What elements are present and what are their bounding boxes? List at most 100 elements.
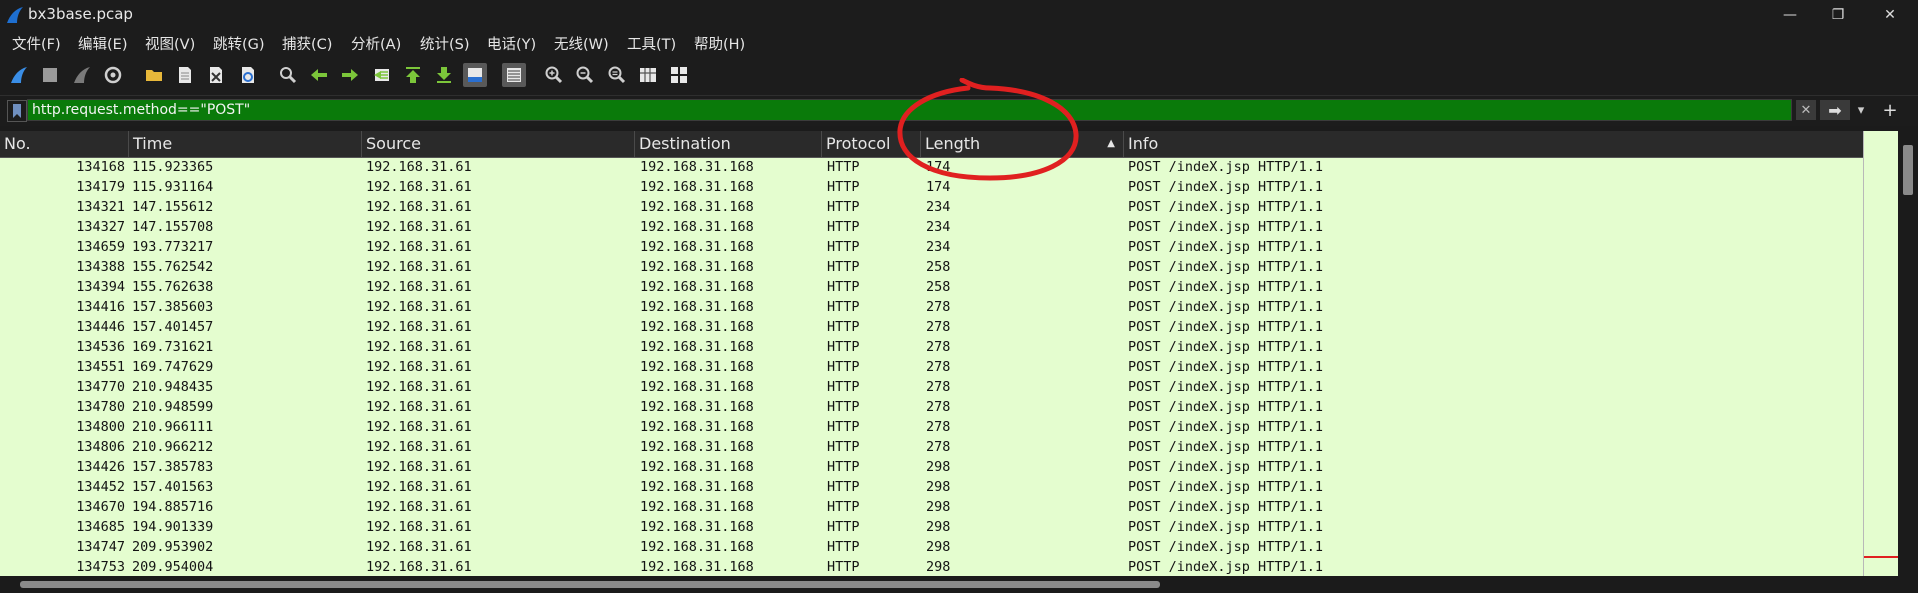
table-row[interactable]: 134426 157.385783 192.168.31.61 192.168.31.… (0, 458, 1863, 478)
cell-src: 192.168.31.61 (366, 259, 472, 275)
table-row[interactable]: 134670 194.885716 192.168.31.61 192.168.31.… (0, 498, 1863, 518)
go-back-icon[interactable] (307, 63, 331, 87)
cell-info: POST /indeX.jsp HTTP/1.1 (1128, 559, 1324, 575)
open-file-icon[interactable] (142, 63, 166, 87)
cell-time: 157.401457 (132, 319, 214, 335)
expand-subtrees-icon[interactable] (667, 63, 691, 87)
capture-options-icon[interactable] (101, 63, 125, 87)
auto-scroll-icon[interactable] (463, 63, 487, 87)
restart-capture-icon[interactable] (70, 63, 94, 87)
table-row[interactable]: 134780 210.948599 192.168.31.61 192.168.31.… (0, 398, 1863, 418)
normal-size-icon[interactable] (605, 63, 629, 87)
stop-capture-icon[interactable] (38, 63, 62, 87)
reload-file-icon[interactable] (236, 63, 260, 87)
cell-src: 192.168.31.61 (366, 559, 472, 575)
table-row[interactable]: 134452 157.401563 192.168.31.61 192.168.31.… (0, 478, 1863, 498)
go-to-packet-icon[interactable] (370, 63, 394, 87)
column-header-no[interactable]: No. (0, 131, 129, 157)
filter-history-dropdown[interactable]: ▾ (1853, 100, 1869, 120)
cell-dst: 192.168.31.168 (640, 399, 754, 415)
display-filter-input[interactable] (32, 101, 1732, 119)
vertical-scroll-thumb[interactable] (1903, 145, 1913, 195)
cell-info: POST /indeX.jsp HTTP/1.1 (1128, 379, 1324, 395)
cell-src: 192.168.31.61 (366, 439, 472, 455)
menu-wireless[interactable]: 无线(W) (554, 33, 609, 54)
menu-go[interactable]: 跳转(G) (213, 33, 265, 54)
colorize-icon[interactable] (502, 63, 526, 87)
cell-src: 192.168.31.61 (366, 319, 472, 335)
menu-statistics[interactable]: 统计(S) (420, 33, 470, 54)
go-first-icon[interactable] (401, 63, 425, 87)
cell-len: 298 (926, 539, 951, 555)
cell-len: 278 (926, 319, 951, 335)
cell-len: 278 (926, 399, 951, 415)
apply-filter-button[interactable]: ➡ (1820, 100, 1850, 120)
table-row[interactable]: 134321 147.155612 192.168.31.61 192.168.31.… (0, 198, 1863, 218)
cell-src: 192.168.31.61 (366, 539, 472, 555)
table-row[interactable]: 134388 155.762542 192.168.31.61 192.168.31.… (0, 258, 1863, 278)
table-row[interactable]: 134800 210.966111 192.168.31.61 192.168.31.… (0, 418, 1863, 438)
table-row[interactable]: 134806 210.966212 192.168.31.61 192.168.31.… (0, 438, 1863, 458)
column-header-time[interactable]: Time (129, 131, 362, 157)
cell-src: 192.168.31.61 (366, 339, 472, 355)
menu-view[interactable]: 视图(V) (145, 33, 195, 54)
zoom-out-icon[interactable] (573, 63, 597, 87)
filter-bookmark-button[interactable] (7, 100, 27, 122)
cell-proto: HTTP (827, 159, 860, 175)
table-row[interactable]: 134536 169.731621 192.168.31.61 192.168.31.… (0, 338, 1863, 358)
table-row[interactable]: 134659 193.773217 192.168.31.61 192.168.31.… (0, 238, 1863, 258)
bookmark-icon (13, 104, 21, 118)
menu-file[interactable]: 文件(F) (12, 33, 61, 54)
go-forward-icon[interactable] (338, 63, 362, 87)
go-last-icon[interactable] (432, 63, 456, 87)
table-row[interactable]: 134394 155.762638 192.168.31.61 192.168.31.… (0, 278, 1863, 298)
vertical-scrollbar[interactable] (1898, 131, 1918, 576)
cell-proto: HTTP (827, 319, 860, 335)
resize-columns-icon[interactable] (636, 63, 660, 87)
menu-edit[interactable]: 编辑(E) (78, 33, 127, 54)
cell-info: POST /indeX.jsp HTTP/1.1 (1128, 339, 1324, 355)
zoom-in-icon[interactable] (542, 63, 566, 87)
cell-time: 169.747629 (132, 359, 214, 375)
minimize-button[interactable]: — (1766, 0, 1814, 29)
column-header-info[interactable]: Info (1124, 131, 1863, 157)
menu-telephony[interactable]: 电话(Y) (487, 33, 536, 54)
table-row[interactable]: 134327 147.155708 192.168.31.61 192.168.31.… (0, 218, 1863, 238)
save-file-icon[interactable] (173, 63, 197, 87)
cell-src: 192.168.31.61 (366, 379, 472, 395)
table-row[interactable]: 134770 210.948435 192.168.31.61 192.168.31.… (0, 378, 1863, 398)
menu-help[interactable]: 帮助(H) (694, 33, 745, 54)
cell-no: 134321 (76, 199, 125, 215)
clear-filter-button[interactable]: ✕ (1796, 100, 1816, 120)
table-row[interactable]: 134753 209.954004 192.168.31.61 192.168.31.… (0, 558, 1863, 576)
cell-len: 298 (926, 479, 951, 495)
cell-proto: HTTP (827, 339, 860, 355)
horizontal-scroll-thumb[interactable] (20, 581, 1160, 588)
table-row[interactable]: 134446 157.401457 192.168.31.61 192.168.31.… (0, 318, 1863, 338)
cell-time: 155.762638 (132, 279, 214, 295)
table-row[interactable]: 134416 157.385603 192.168.31.61 192.168.31.… (0, 298, 1863, 318)
cell-time: 194.885716 (132, 499, 214, 515)
restore-button[interactable]: ❐ (1814, 0, 1862, 29)
start-capture-icon[interactable] (7, 63, 31, 87)
cell-src: 192.168.31.61 (366, 279, 472, 295)
close-file-icon[interactable] (204, 63, 228, 87)
cell-time: 157.401563 (132, 479, 214, 495)
scroll-position-marker (1864, 556, 1899, 558)
menu-capture[interactable]: 捕获(C) (282, 33, 332, 54)
menu-tools[interactable]: 工具(T) (627, 33, 676, 54)
menu-analyze[interactable]: 分析(A) (351, 33, 401, 54)
cell-info: POST /indeX.jsp HTTP/1.1 (1128, 419, 1324, 435)
table-row[interactable]: 134551 169.747629 192.168.31.61 192.168.31.… (0, 358, 1863, 378)
table-row[interactable]: 134685 194.901339 192.168.31.61 192.168.31.… (0, 518, 1863, 538)
find-packet-icon[interactable] (276, 63, 300, 87)
cell-no: 134327 (76, 219, 125, 235)
cell-no: 134800 (76, 419, 125, 435)
window-title: bx3base.pcap (28, 5, 133, 23)
add-filter-button[interactable]: + (1880, 100, 1900, 121)
close-window-button[interactable]: ✕ (1866, 0, 1914, 29)
table-row[interactable]: 134747 209.953902 192.168.31.61 192.168.31.… (0, 538, 1863, 558)
column-header-destination[interactable]: Destination (635, 131, 822, 157)
horizontal-scrollbar[interactable] (0, 576, 1918, 593)
column-header-source[interactable]: Source (362, 131, 635, 157)
